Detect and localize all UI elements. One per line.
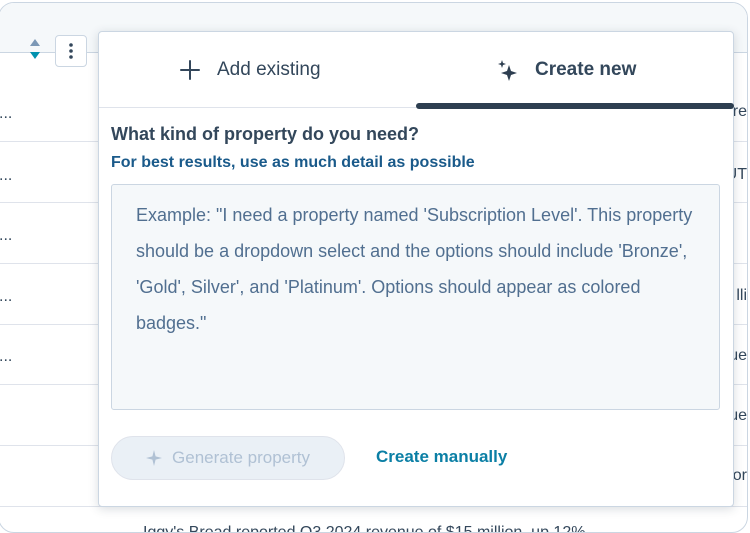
kebab-icon [69, 43, 73, 59]
prompt-hint: For best results, use as much detail as … [111, 154, 475, 171]
tab-label: Add existing [217, 59, 321, 80]
generate-property-button[interactable]: Generate property [111, 436, 345, 480]
table-cell-text: ... [0, 288, 13, 305]
table-cell-text: lli [736, 287, 747, 304]
create-manually-link[interactable]: Create manually [376, 447, 507, 467]
table-cell-text: or [732, 467, 747, 484]
property-description-input[interactable] [112, 185, 719, 409]
table-cell-text: ... [0, 348, 13, 365]
table-cell-text: Iggy's Bread reported Q3 2024 revenue of… [143, 524, 586, 533]
plus-icon [179, 59, 201, 81]
table-cell-text: ... [0, 105, 13, 122]
table-cell-text: re [732, 103, 747, 120]
table-cell-text: ... [0, 167, 13, 184]
tab-add-existing[interactable]: Add existing [179, 32, 321, 108]
tab-label: Create new [535, 59, 637, 80]
active-tab-indicator [416, 103, 734, 109]
table-cell-text: ... [0, 227, 13, 244]
sort-icon[interactable] [29, 37, 41, 61]
sparkle-icon [146, 450, 163, 466]
tab-bar: Add existing Create new [99, 32, 734, 109]
generate-property-label: Generate property [172, 448, 310, 467]
column-options-button[interactable] [55, 35, 87, 67]
sparkle-icon [497, 59, 519, 81]
property-description-box [111, 184, 720, 410]
add-property-popover: Add existing Create new What kind of pro… [98, 31, 734, 507]
tab-create-new[interactable]: Create new [497, 32, 636, 108]
prompt-question: What kind of property do you need? [111, 124, 419, 144]
